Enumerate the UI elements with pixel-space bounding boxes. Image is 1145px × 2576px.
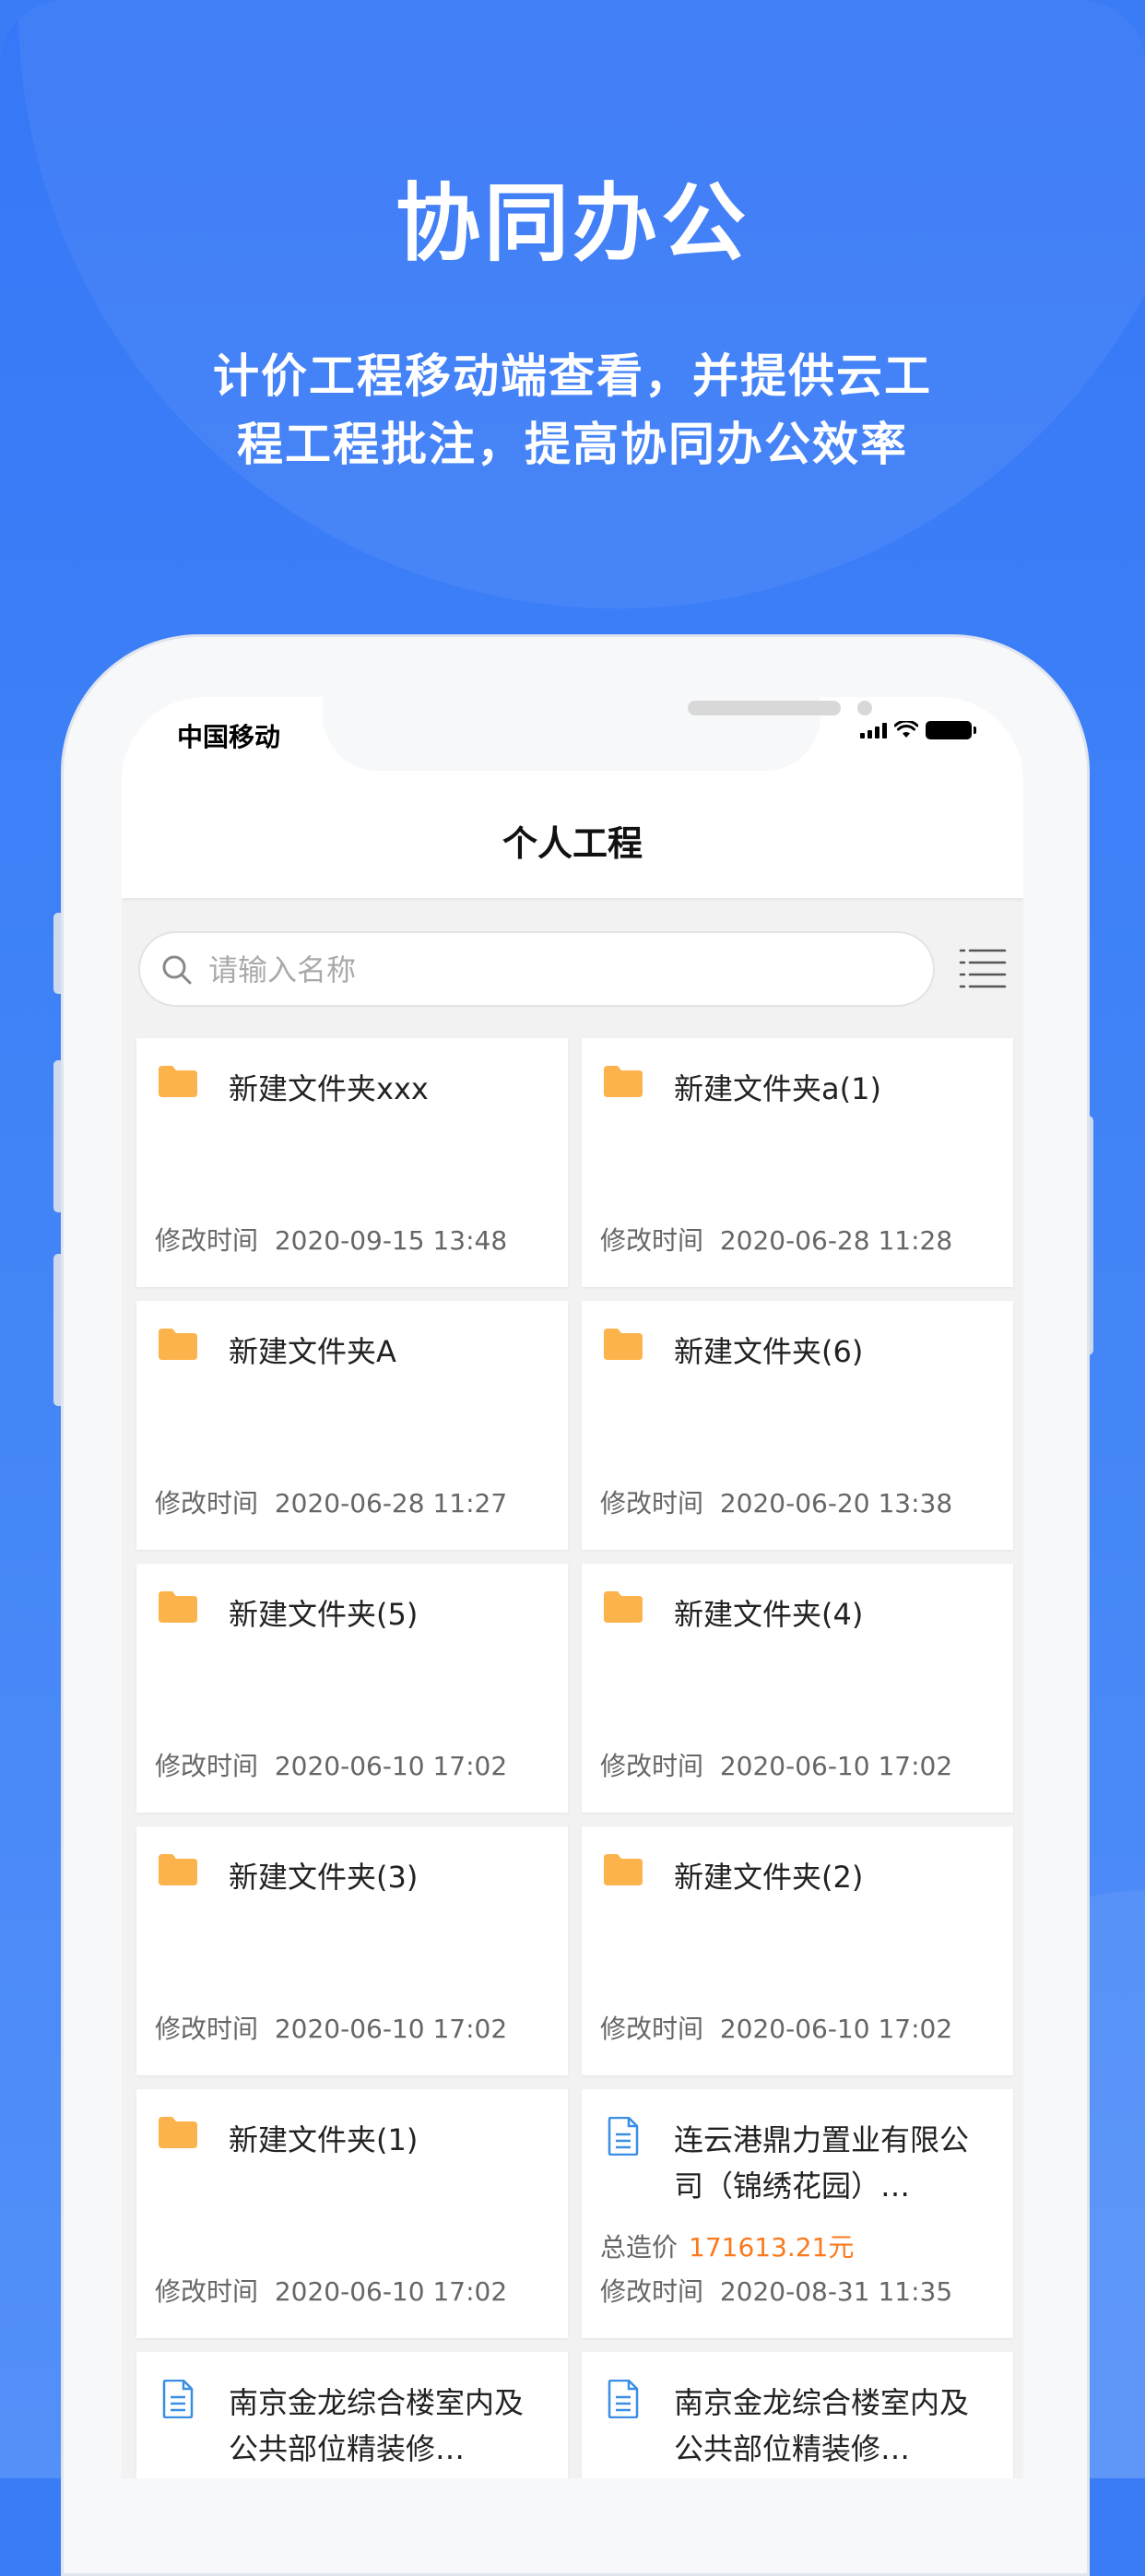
carrier-label: 中国移动 [177, 722, 281, 752]
project-card[interactable]: 南京金龙综合楼室内及公共部位精装修… [582, 2352, 1013, 2478]
document-icon [162, 2380, 194, 2418]
folder-card[interactable]: 新建文件夹(6) 修改时间 2020-06-20 13:38 [582, 1301, 1013, 1550]
folder-card[interactable]: 新建文件夹(1) 修改时间 2020-06-10 17:02 [136, 2089, 568, 2338]
item-name: 连云港鼎力置业有限公司（锦绣花园）… [674, 2122, 970, 2204]
item-name: 新建文件夹A [229, 1334, 396, 1369]
folder-icon [604, 1329, 643, 1360]
project-card[interactable]: 南京金龙综合楼室内及公共部位精装修… [136, 2352, 568, 2478]
item-name: 新建文件夹(6) [674, 1334, 864, 1369]
modified-time: 修改时间 2020-08-31 11:35 [600, 2276, 953, 2307]
document-icon [608, 2380, 639, 2418]
item-name: 新建文件夹(2) [674, 1860, 864, 1895]
list-view-icon[interactable] [959, 946, 1007, 992]
modified-time: 修改时间 2020-06-10 17:02 [155, 2014, 508, 2044]
folder-icon [159, 1066, 197, 1097]
nav-bar: 个人工程 [122, 789, 1023, 898]
item-name: 新建文件夹(3) [229, 1860, 419, 1895]
promo-subtitle-line-2: 程工程批注，提高协同办公效率 [237, 418, 908, 471]
folder-icon [159, 1854, 197, 1885]
speaker-grille [688, 701, 841, 715]
folder-icon [159, 1329, 197, 1360]
search-input[interactable] [207, 944, 911, 996]
page-title: 个人工程 [502, 823, 643, 864]
modified-time: 修改时间 2020-06-28 11:27 [155, 1488, 508, 1518]
promo-title: 协同办公 [395, 174, 750, 273]
modified-time: 修改时间 2020-09-15 13:48 [155, 1225, 508, 1256]
item-name: 南京金龙综合楼室内及公共部位精装修… [229, 2385, 525, 2466]
item-name: 新建文件夹(1) [229, 2122, 419, 2157]
folder-card[interactable]: 新建文件夹(4) 修改时间 2020-06-10 17:02 [582, 1564, 1013, 1813]
item-name: 南京金龙综合楼室内及公共部位精装修… [674, 2385, 970, 2466]
phone-screen: 中国移动 个人工程 请输入名称 新建文件夹xxx 修改时间 2020-09-15… [122, 697, 1023, 2478]
front-camera [857, 701, 872, 715]
folder-icon [604, 1854, 643, 1885]
folder-icon [159, 1591, 197, 1623]
total-cost-value: 171613.21元 [689, 2232, 855, 2263]
item-name: 新建文件夹a(1) [674, 1071, 881, 1106]
modified-time: 修改时间 2020-06-10 17:02 [600, 2014, 953, 2044]
item-name: 新建文件夹(4) [674, 1597, 864, 1632]
modified-time: 修改时间 2020-06-10 17:02 [155, 1751, 508, 1781]
project-card[interactable]: 连云港鼎力置业有限公司（锦绣花园）… 总造价 171613.21元 修改时间 20… [582, 2089, 1013, 2338]
signal-icon [860, 722, 887, 739]
folder-card[interactable]: 新建文件夹(2) 修改时间 2020-06-10 17:02 [582, 1826, 1013, 2075]
decorative-circle [18, 0, 1145, 609]
total-cost: 总造价 171613.21元 [600, 2232, 855, 2263]
modified-time: 修改时间 2020-06-28 11:28 [600, 1225, 953, 1256]
folder-card[interactable]: 新建文件夹a(1) 修改时间 2020-06-28 11:28 [582, 1038, 1013, 1287]
search-icon [162, 955, 192, 985]
folder-card[interactable]: 新建文件夹(3) 修改时间 2020-06-10 17:02 [136, 1826, 568, 2075]
folder-icon [159, 2117, 197, 2148]
folder-card[interactable]: 新建文件夹xxx 修改时间 2020-09-15 13:48 [136, 1038, 568, 1287]
phone-notch [323, 697, 872, 771]
item-name: 新建文件夹xxx [229, 1071, 429, 1106]
folder-icon [604, 1066, 643, 1097]
battery-icon [926, 721, 976, 739]
document-icon [608, 2117, 639, 2156]
folder-card[interactable]: 新建文件夹A 修改时间 2020-06-28 11:27 [136, 1301, 568, 1550]
modified-time: 修改时间 2020-06-10 17:02 [600, 1751, 953, 1781]
modified-time: 修改时间 2020-06-20 13:38 [600, 1488, 953, 1518]
promo-subtitle-line-1: 计价工程移动端查看，并提供云工 [213, 349, 932, 403]
search-bar[interactable] [138, 931, 935, 1007]
folder-icon [604, 1591, 643, 1623]
item-name: 新建文件夹(5) [229, 1597, 419, 1632]
wifi-icon [894, 721, 918, 738]
modified-time: 修改时间 2020-06-10 17:02 [155, 2276, 508, 2307]
folder-card[interactable]: 新建文件夹(5) 修改时间 2020-06-10 17:02 [136, 1564, 568, 1813]
status-icons [860, 721, 976, 739]
